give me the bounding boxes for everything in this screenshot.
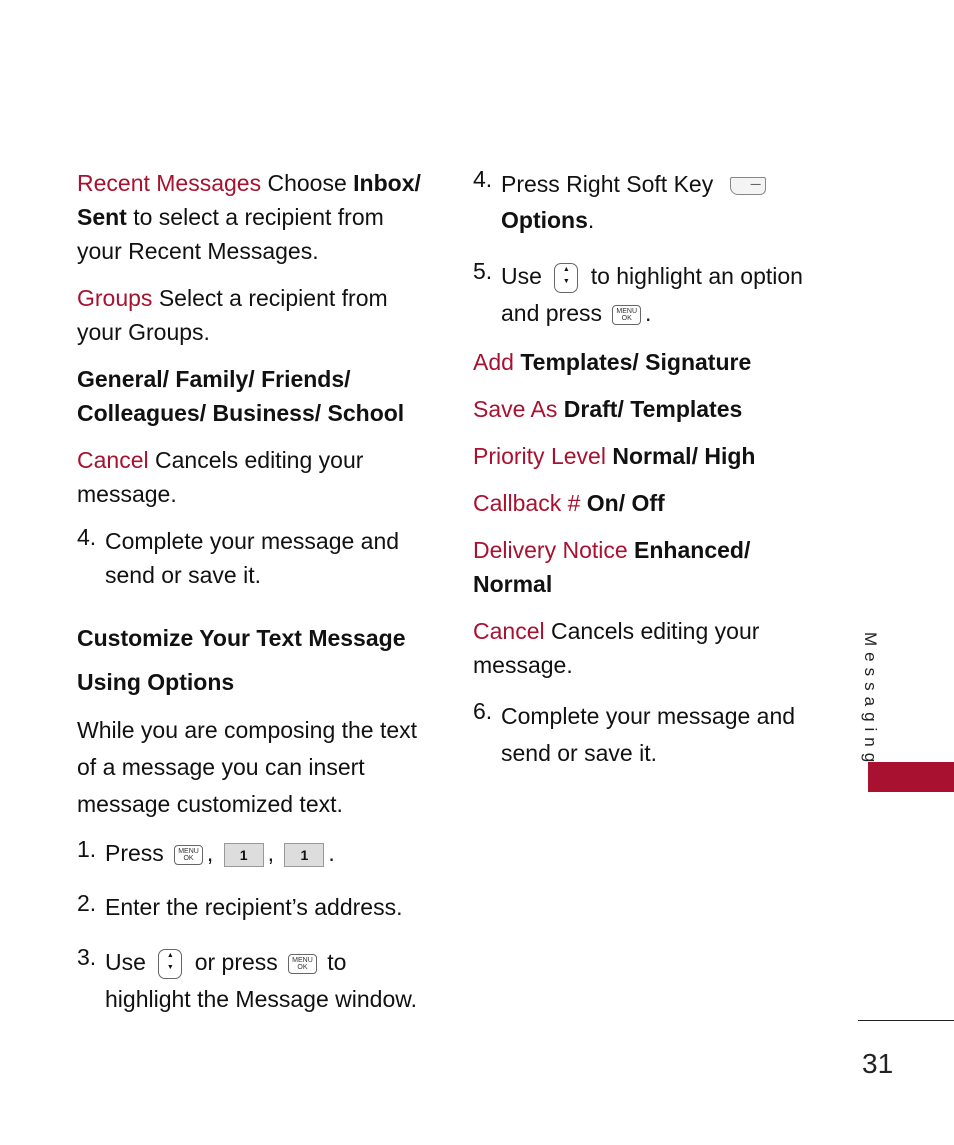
right-soft-key-icon: — xyxy=(729,176,766,195)
menu-ok-key-icon: MENU OK xyxy=(288,953,317,974)
step-2: 2. Enter the recipient’s address. xyxy=(77,890,403,920)
section-heading: Customize Your Text Message Using Option… xyxy=(77,625,406,695)
nav-key-icon: ▲ ▼ xyxy=(158,948,183,979)
step-4-left: 4. Complete your message and send or sav… xyxy=(77,524,400,588)
option-item: Priority Level Normal/ High xyxy=(473,443,756,469)
cancel-entry: Cancel Cancels editing your message. xyxy=(473,618,760,678)
section-tab-label: Messaging xyxy=(861,632,880,769)
nav-key-icon: ▲ ▼ xyxy=(554,262,579,293)
step-3: 3. Use ▲ ▼ or press MENU OK to highlight t… xyxy=(77,944,417,1012)
page-number: 31 xyxy=(862,1048,894,1079)
key-1-icon: 1 xyxy=(284,842,325,867)
section-tab-marker xyxy=(868,762,954,792)
step-6: 6. Complete your message and send or sav… xyxy=(473,698,796,766)
option-item: Callback # On/ Off xyxy=(473,490,665,516)
menu-ok-key-icon: MENU OK xyxy=(174,844,203,865)
cancel-entry: Cancel Cancels editing your message. xyxy=(77,447,364,507)
step-1: 1. Press MENU OK, 1, 1. xyxy=(77,836,335,867)
recent-messages-entry: Recent Messages Choose Inbox/ Sent to se… xyxy=(77,170,421,264)
right-column: 4. Press Right Soft Key — Options. 5. Us… xyxy=(473,166,803,785)
key-1-icon: 1 xyxy=(223,842,264,867)
options-list: Add Templates/ Signature Save As Draft/ … xyxy=(473,345,803,601)
group-list: General/ Family/ Friends/ Colleagues/ Bu… xyxy=(77,366,405,426)
option-item: Delivery Notice Enhanced/ Normal xyxy=(473,537,751,597)
footer-divider xyxy=(858,1020,954,1021)
step-5: 5. Use ▲ ▼ to highlight an option and pre… xyxy=(473,258,803,326)
left-column: Recent Messages Choose Inbox/ Sent to se… xyxy=(77,166,427,1031)
menu-ok-key-icon: MENU OK xyxy=(612,304,642,325)
step-4-right: 4. Press Right Soft Key — Options. xyxy=(473,166,803,238)
intro-text: While you are composing the text of a me… xyxy=(77,717,418,817)
groups-entry: Groups Select a recipient from your Grou… xyxy=(77,285,388,345)
option-item: Save As Draft/ Templates xyxy=(473,396,743,422)
option-item: Add Templates/ Signature xyxy=(473,349,752,375)
